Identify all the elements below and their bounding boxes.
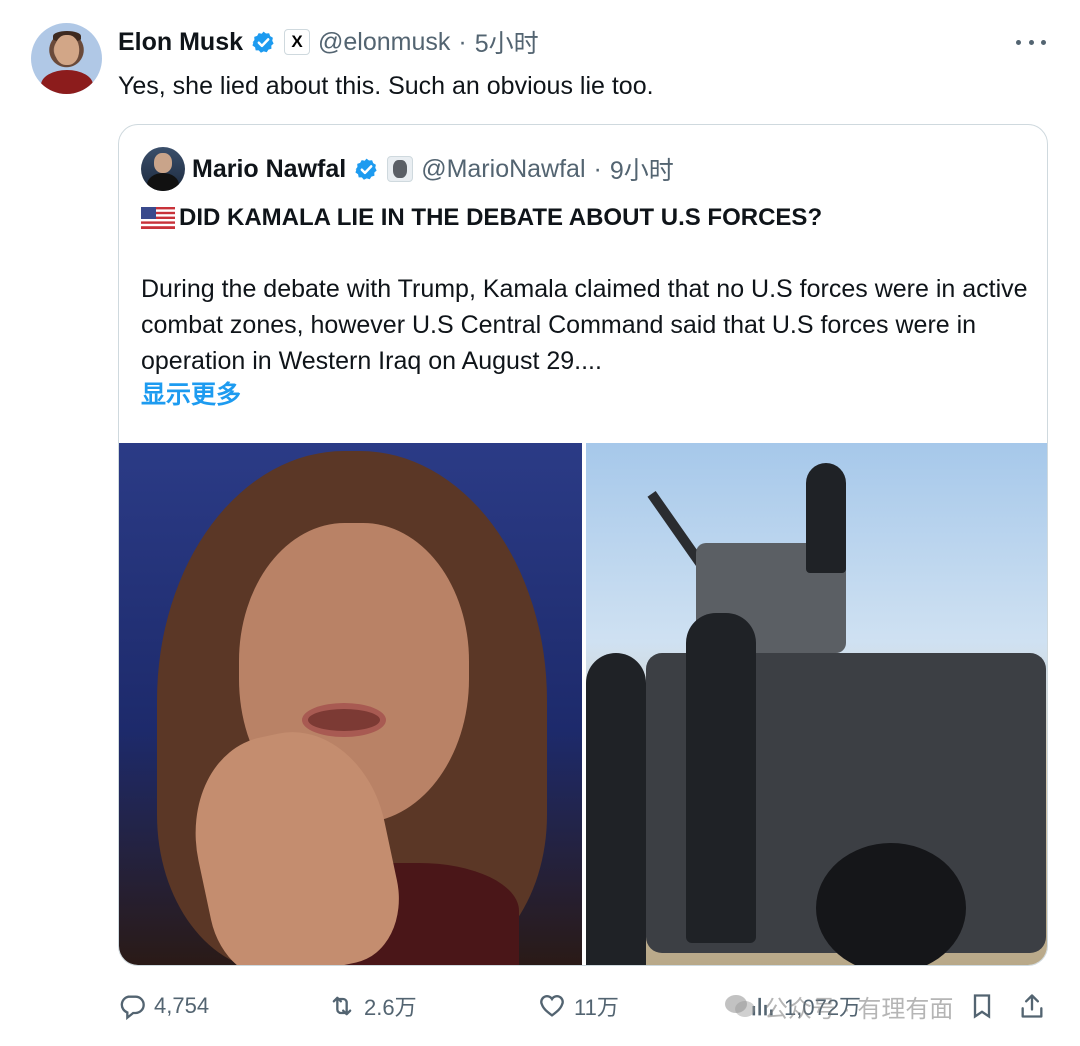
- watermark-text: 公众号 · 有理有面: [764, 995, 954, 1023]
- photo-soldiers[interactable]: [586, 443, 1047, 965]
- separator-dot: ·: [593, 154, 602, 183]
- repost-icon: [332, 996, 352, 1016]
- author-name[interactable]: Elon Musk: [118, 28, 243, 57]
- share-button[interactable]: [1018, 984, 1046, 1028]
- repost-count: 2.6万: [364, 995, 417, 1020]
- reply-button[interactable]: 4,754: [118, 984, 209, 1028]
- tweet[interactable]: Elon Musk X @elonmusk · 5小时 Yes, she lie…: [0, 0, 1080, 1046]
- repost-button[interactable]: 2.6万: [328, 984, 417, 1028]
- show-more-link[interactable]: 显示更多: [141, 378, 241, 412]
- bookmark-icon: [973, 994, 991, 1019]
- post-text: Yes, she lied about this. Such an obviou…: [118, 72, 654, 100]
- more-icon[interactable]: [1016, 30, 1046, 54]
- watermark: 公众号 · 有理有面: [724, 984, 953, 1028]
- x-affiliate-icon[interactable]: X: [284, 29, 311, 55]
- share-icon: [1021, 994, 1043, 1018]
- post-time[interactable]: 5小时: [475, 24, 539, 60]
- like-icon: [540, 995, 564, 1017]
- quote-author-handle[interactable]: @MarioNawfal: [421, 155, 585, 184]
- author-handle[interactable]: @elonmusk: [318, 28, 450, 57]
- author-avatar[interactable]: [31, 23, 102, 94]
- author-header: Elon Musk X @elonmusk · 5小时: [118, 24, 539, 60]
- quote-author-header: Mario Nawfal @MarioNawfal · 9小时: [192, 151, 674, 187]
- like-count: 11万: [574, 995, 619, 1020]
- verified-icon: [355, 158, 377, 180]
- quoted-tweet[interactable]: Mario Nawfal @MarioNawfal · 9小时 DID KAMA…: [118, 124, 1048, 966]
- quote-time[interactable]: 9小时: [610, 151, 674, 187]
- reply-count: 4,754: [154, 993, 210, 1018]
- affiliate-badge-icon[interactable]: [387, 156, 414, 182]
- photo-kamala[interactable]: [119, 443, 582, 965]
- quote-title-text: DID KAMALA LIE IN THE DEBATE ABOUT U.S F…: [179, 204, 823, 231]
- verified-icon: [252, 31, 274, 53]
- separator-dot: ·: [458, 27, 467, 56]
- quote-title: DID KAMALA LIE IN THE DEBATE ABOUT U.S F…: [141, 203, 822, 233]
- bookmark-button[interactable]: [968, 984, 996, 1028]
- quote-author-name[interactable]: Mario Nawfal: [192, 155, 346, 184]
- reply-icon: [120, 995, 145, 1020]
- quote-body: During the debate with Trump, Kamala cla…: [141, 275, 1028, 375]
- like-button[interactable]: 11万: [538, 984, 619, 1028]
- wechat-icon: [725, 995, 755, 1017]
- media-grid: [119, 443, 1047, 965]
- quote-author-avatar[interactable]: [141, 147, 185, 191]
- us-flag-icon: [141, 207, 175, 229]
